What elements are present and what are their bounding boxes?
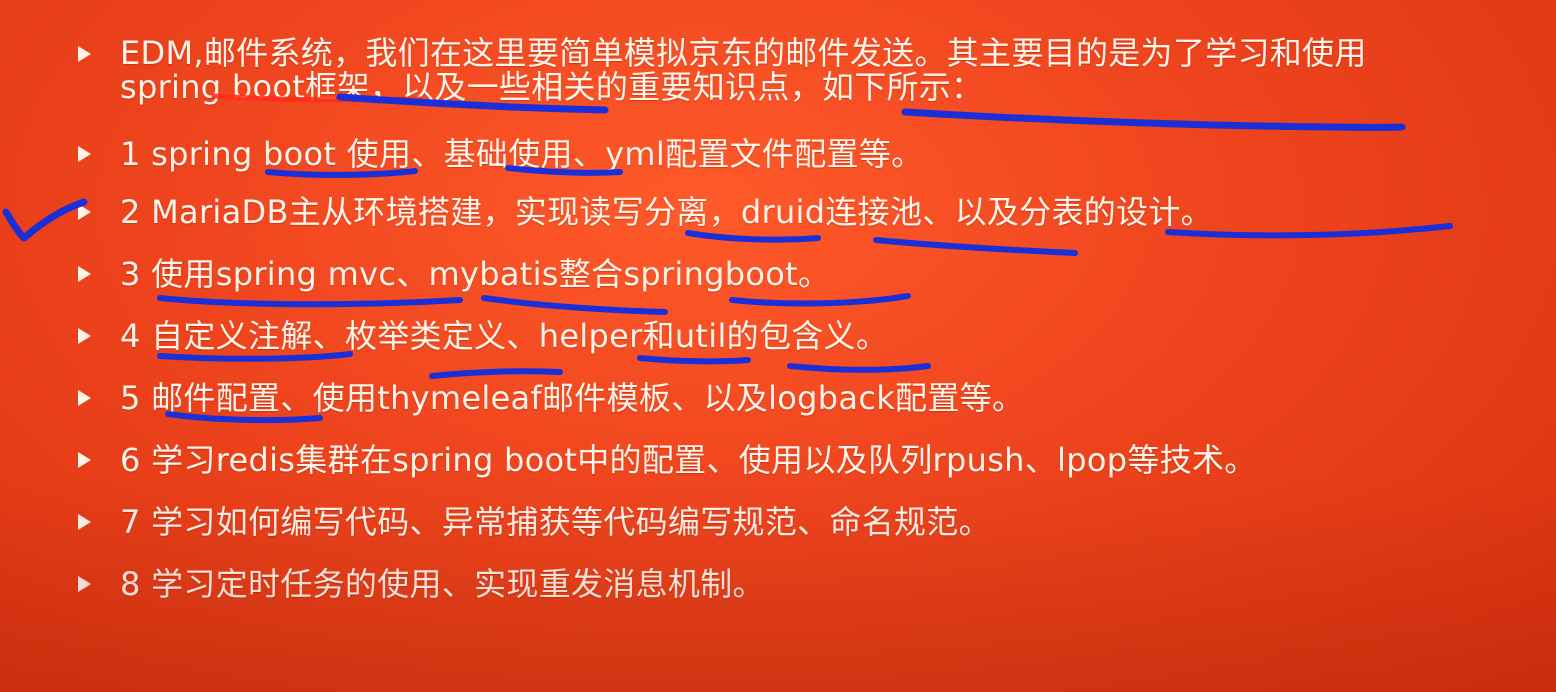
triangle-right-icon — [74, 504, 94, 540]
triangle-right-icon — [74, 566, 94, 602]
bullet-item-1: 1 spring boot 使用、基础使用、yml配置文件配置等。 — [74, 136, 923, 172]
triangle-right-icon — [74, 442, 94, 478]
bullet-item-intro: EDM,邮件系统，我们在这里要简单模拟京东的邮件发送。其主要目的是为了学习和使用… — [74, 36, 1450, 104]
presentation-slide: EDM,邮件系统，我们在这里要简单模拟京东的邮件发送。其主要目的是为了学习和使用… — [0, 0, 1556, 692]
bullet-item-8: 8 学习定时任务的使用、实现重发消息机制。 — [74, 566, 765, 602]
bullet-item-2: 2 MariaDB主从环境搭建，实现读写分离，druid连接池、以及分表的设计。 — [74, 194, 1213, 230]
bullet-text: 2 MariaDB主从环境搭建，实现读写分离，druid连接池、以及分表的设计。 — [120, 193, 1213, 231]
triangle-right-icon — [74, 36, 94, 72]
triangle-right-icon — [74, 380, 94, 416]
bullet-text: EDM,邮件系统，我们在这里要简单模拟京东的邮件发送。其主要目的是为了学习和使用… — [120, 34, 1367, 106]
bullet-item-5: 5 邮件配置、使用thymeleaf邮件模板、以及logback配置等。 — [74, 380, 1024, 416]
bullet-item-4: 4 自定义注解、枚举类定义、helper和util的包含义。 — [74, 318, 888, 354]
bullet-text: 4 自定义注解、枚举类定义、helper和util的包含义。 — [120, 317, 889, 355]
bullet-text: 8 学习定时任务的使用、实现重发消息机制。 — [120, 565, 765, 603]
bullet-text: 1 spring boot 使用、基础使用、yml配置文件配置等。 — [120, 135, 924, 173]
bullet-item-3: 3 使用spring mvc、mybatis整合springboot。 — [74, 256, 830, 292]
triangle-right-icon — [74, 256, 94, 292]
bullet-list: EDM,邮件系统，我们在这里要简单模拟京东的邮件发送。其主要目的是为了学习和使用… — [0, 0, 1556, 692]
bullet-item-6: 6 学习redis集群在spring boot中的配置、使用以及队列rpush、… — [74, 442, 1257, 478]
bullet-item-7: 7 学习如何编写代码、异常捕获等代码编写规范、命名规范。 — [74, 504, 991, 540]
triangle-right-icon — [74, 318, 94, 354]
bullet-text: 7 学习如何编写代码、异常捕获等代码编写规范、命名规范。 — [120, 503, 991, 541]
bullet-text: 3 使用spring mvc、mybatis整合springboot。 — [120, 255, 831, 293]
bullet-text: 6 学习redis集群在spring boot中的配置、使用以及队列rpush、… — [120, 441, 1257, 479]
bullet-text: 5 邮件配置、使用thymeleaf邮件模板、以及logback配置等。 — [120, 379, 1025, 417]
triangle-right-icon — [74, 136, 94, 172]
triangle-right-icon — [74, 194, 94, 230]
